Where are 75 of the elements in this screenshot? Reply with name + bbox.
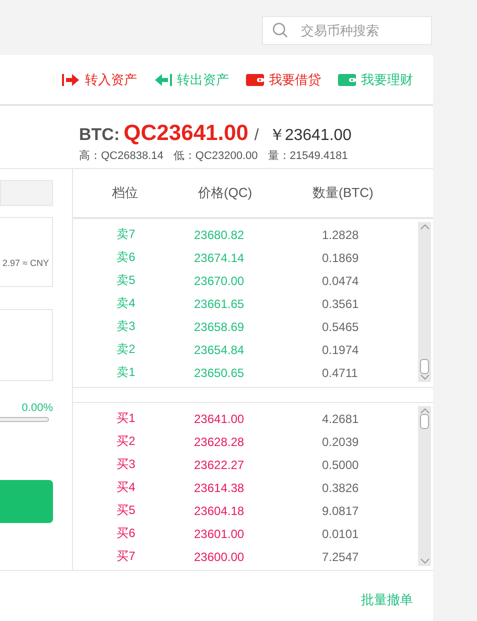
price-cell-text: 23680.82 [194, 228, 246, 242]
price-cell-text: 23658.69 [194, 320, 246, 334]
action-link[interactable]: 我要借贷 [245, 70, 321, 88]
amount-cell: 7.2547 [322, 550, 359, 564]
column-header: 数量(BTC) [312, 184, 374, 202]
last-price: QC23641.00 [124, 120, 248, 146]
price-cell-text: 23604.18 [194, 504, 246, 518]
amount-cell: 0.0474 [322, 274, 359, 288]
amount-cell: 1.2828 [322, 228, 359, 242]
tier-cell-text: 买7 [116, 548, 136, 565]
arrow-out-bar-icon [153, 72, 173, 86]
price-cell-text: 23641.00 [194, 412, 246, 426]
slider-track[interactable] [0, 417, 49, 422]
price-cell-text: 23600.00 [194, 550, 246, 564]
scroll-up-icon[interactable] [420, 224, 430, 230]
amount-cell: 0.5000 [322, 458, 359, 472]
amount-cell: 0.4711 [322, 366, 358, 380]
action-link[interactable]: 转入资产 [61, 70, 137, 88]
column-header: 价格(QC) [196, 184, 254, 202]
price-cell-text: 23601.00 [194, 526, 246, 540]
stat-text: 量：21549.4181 [268, 149, 348, 163]
price-cell-text: 23650.65 [194, 366, 246, 380]
tier-cell-text: 买5 [116, 502, 136, 519]
amount-cell: 0.0101 [322, 526, 359, 540]
tier-cell-text: 卖2 [116, 341, 136, 358]
stat-text: 高：QC26838.14 [79, 148, 164, 163]
wallet-icon [337, 72, 357, 86]
amount-cell: 0.1869 [322, 250, 359, 264]
action-link[interactable]: 我要理财 [337, 70, 413, 88]
search-field[interactable]: 交易币种搜索 [262, 16, 432, 45]
amount-cell: 0.1974 [322, 342, 359, 356]
stat-text: 低：QC23200.00 [173, 149, 258, 163]
tier-cell-text: 买2 [116, 433, 136, 450]
batch-cancel-link[interactable]: 批量撤单 [361, 591, 413, 609]
input-panel[interactable] [0, 309, 53, 381]
amount-cell: 4.2681 [322, 412, 359, 426]
price-cell-text: 23614.38 [194, 480, 246, 494]
tier-cell-text: 买6 [116, 525, 136, 542]
price-cell-text: 23628.28 [194, 434, 246, 448]
cny-price: ￥23641.00 [268, 126, 352, 146]
separator-text: / [254, 127, 259, 145]
scroll-down-icon[interactable] [420, 558, 430, 564]
tier-cell-text: 卖7 [116, 226, 136, 243]
tier-cell-text: 买1 [116, 410, 136, 427]
amount-cell: 0.5465 [322, 320, 359, 334]
amount-cell: 0.3561 [322, 296, 359, 310]
tier-cell-text: 买3 [116, 456, 136, 473]
tier-cell-text: 卖5 [116, 272, 136, 289]
amount-cell: 0.3826 [322, 480, 359, 494]
price-cell-text: 23670.00 [194, 274, 246, 288]
action-link[interactable]: 转出资产 [153, 70, 229, 88]
tier-cell-text: 卖3 [116, 318, 136, 335]
symbol-label: BTC: [79, 125, 120, 145]
scroll-thumb[interactable] [420, 359, 429, 374]
tier-cell-text: 卖6 [116, 249, 136, 266]
scrollbar[interactable] [418, 222, 431, 382]
tier-cell-text: 买4 [116, 479, 136, 496]
column-header: 档位 [111, 184, 139, 202]
tier-cell-text: 卖4 [116, 295, 136, 312]
price-cell-text: 23661.65 [194, 296, 246, 310]
price-cell-text: 23674.14 [194, 250, 246, 264]
input-field[interactable] [0, 180, 53, 206]
amount-cell: 9.0817 [322, 504, 359, 518]
price-cell-text: 23622.27 [194, 458, 246, 472]
scroll-down-icon[interactable] [420, 374, 430, 380]
price-cell-text: 23654.84 [194, 342, 246, 356]
scrollbar[interactable] [418, 406, 431, 566]
cny-hint: 2.97 ≈ CNY [2, 257, 50, 268]
arrow-into-bar-icon [61, 72, 81, 86]
scroll-thumb[interactable] [420, 414, 429, 429]
amount-cell: 0.2039 [322, 434, 359, 448]
wallet-icon [245, 72, 265, 86]
scroll-up-icon[interactable] [420, 408, 430, 414]
percent-text: 0.00% [20, 402, 53, 414]
tier-cell-text: 卖1 [116, 364, 136, 381]
